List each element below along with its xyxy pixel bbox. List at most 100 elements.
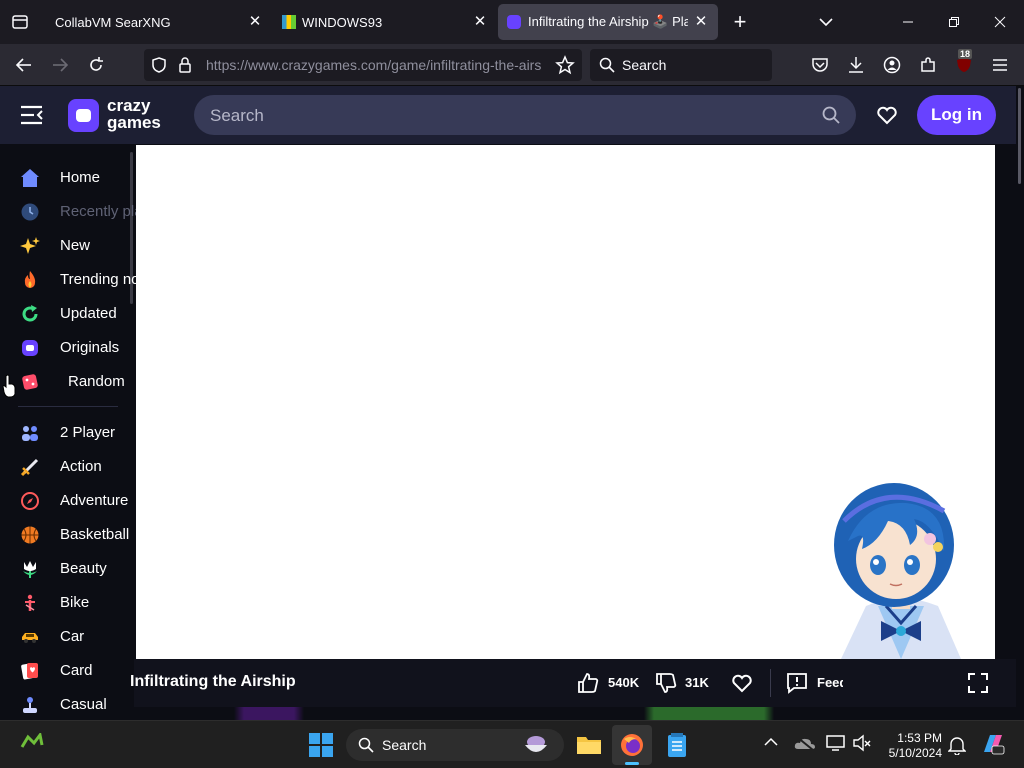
crazygames-logo[interactable]: crazy games [68, 97, 173, 134]
sidebar-item-label: Basketball [60, 526, 130, 543]
taskbar-search-box[interactable]: Search [346, 729, 564, 761]
sidebar-item-trending-now[interactable]: Trending now [0, 264, 150, 296]
volume-muted-icon[interactable] [852, 734, 872, 752]
onedrive-offline-icon[interactable] [794, 735, 816, 751]
tab-infiltrating-the-airship[interactable]: Infiltrating the Airship 🕹️ Play ✕ [498, 4, 718, 40]
tab-close-icon[interactable]: ✕ [692, 13, 710, 31]
search-icon [358, 737, 374, 753]
tab-close-icon[interactable]: ✕ [246, 13, 264, 31]
site-search-input[interactable]: Search [194, 95, 856, 135]
anime-character-image [826, 481, 976, 659]
scrollbar-thumb[interactable] [1018, 88, 1021, 184]
sidebar-item-action[interactable]: Action [0, 451, 134, 483]
tracking-protection-shield-icon[interactable] [150, 56, 168, 74]
sidebar-item-label: Originals [60, 339, 120, 356]
sidebar-item-random[interactable]: Random [0, 366, 134, 398]
sidebar-item-2-player[interactable]: 2 Player [0, 417, 134, 449]
address-bar[interactable]: https://www.crazygames.com/game/infiltra… [144, 49, 582, 81]
sidebar-item-car[interactable]: Car [0, 621, 134, 653]
minimize-window-icon[interactable] [896, 10, 920, 34]
site-header: crazy games Search Log in [0, 86, 1016, 144]
refresh-icon [20, 304, 40, 324]
site-search-placeholder: Search [210, 106, 264, 125]
extension-badge: 18 [958, 49, 973, 59]
compass-icon [20, 491, 40, 511]
search-icon[interactable] [822, 106, 840, 124]
feedback-label[interactable]: Feedback [817, 675, 843, 690]
sidebar-item-label: Updated [60, 305, 117, 322]
system-clock[interactable]: 1:53 PM 5/10/2024 [880, 731, 942, 761]
lock-icon[interactable] [178, 56, 192, 74]
sidebar-item-originals[interactable]: Originals [0, 332, 134, 364]
restore-window-icon[interactable] [942, 10, 966, 34]
tab-overview-icon[interactable] [8, 10, 32, 34]
firefox-taskbar-button[interactable] [612, 725, 652, 765]
page-scrollbar[interactable] [1016, 86, 1024, 720]
browser-tab-bar: CollabVM SearXNG ✕ WINDOWS93 ✕ Infiltrat… [0, 0, 1024, 44]
pocket-icon[interactable] [808, 53, 832, 77]
sidebar-item-beauty[interactable]: Beauty [0, 553, 134, 585]
ublock-extension-icon[interactable]: 18 [952, 49, 976, 77]
tab-close-icon[interactable]: ✕ [471, 13, 489, 31]
bike-icon [20, 593, 40, 613]
close-window-icon[interactable] [988, 10, 1012, 34]
sidebar-item-label: Car [60, 628, 85, 645]
crazygames-logo-icon [68, 99, 99, 132]
list-all-tabs-chevron-icon[interactable] [814, 10, 838, 34]
thumbs-down-icon[interactable] [655, 672, 677, 694]
favorite-heart-icon[interactable] [731, 673, 753, 693]
sidebar-item-adventure[interactable]: Adventure [0, 485, 134, 517]
sidebar-item-label: Casual [60, 696, 107, 713]
game-frame[interactable] [136, 145, 995, 659]
cards-icon [20, 661, 40, 681]
new-tab-plus-icon[interactable]: + [728, 9, 752, 34]
related-games-strip [134, 707, 1016, 720]
fire-icon [20, 270, 40, 290]
nvidia-tray-icon[interactable] [20, 733, 44, 753]
sidebar-item-basketball[interactable]: Basketball [0, 519, 134, 551]
bookmark-star-icon[interactable] [555, 55, 575, 75]
notification-bell-icon[interactable] [948, 735, 966, 755]
forward-arrow-icon[interactable] [48, 53, 72, 77]
sidebar-item-card[interactable]: Card [0, 655, 134, 687]
tab-collabvm-searxng[interactable]: CollabVM SearXNG ✕ [44, 4, 272, 40]
divider [770, 669, 771, 697]
thumbs-up-icon[interactable] [577, 672, 599, 694]
login-button[interactable]: Log in [917, 95, 996, 135]
sidebar-item-bike[interactable]: Bike [0, 587, 134, 619]
game-title: Infiltrating the Airship [130, 673, 296, 690]
windows-start-icon[interactable] [309, 733, 333, 757]
sidebar-item-updated[interactable]: Updated [0, 298, 134, 330]
game-info-bar: Infiltrating the Airship 540K 31K Feedba… [130, 659, 1016, 707]
taskbar-search-placeholder: Search [382, 737, 427, 753]
crazygames-favicon-icon [507, 15, 521, 29]
sidebar-item-label: Card [60, 662, 93, 679]
copilot-icon[interactable] [980, 732, 1006, 756]
downloads-icon[interactable] [844, 53, 868, 77]
feedback-icon[interactable] [786, 672, 808, 694]
notepad-icon[interactable] [666, 732, 688, 758]
network-display-icon[interactable] [826, 734, 846, 752]
sidebar-item-casual[interactable]: Casual [0, 689, 134, 720]
browser-search-field[interactable]: Search [590, 49, 772, 81]
show-hidden-icons-chevron-icon[interactable] [764, 737, 778, 747]
flower-icon [20, 559, 40, 579]
tab-windows93[interactable]: WINDOWS93 ✕ [272, 4, 497, 40]
sidebar-toggle-menu-icon[interactable] [20, 104, 44, 126]
sidebar-item-recently-played[interactable]: Recently played [0, 196, 167, 228]
sidebar-divider [18, 406, 118, 407]
webpage-content: crazy games Search Log in Home Recently … [0, 86, 1016, 720]
fullscreen-icon[interactable] [967, 672, 989, 694]
back-arrow-icon[interactable] [12, 53, 36, 77]
extensions-puzzle-icon[interactable] [916, 53, 940, 77]
likes-count: 540K [608, 675, 640, 690]
file-explorer-icon[interactable] [576, 733, 602, 755]
sidebar-item-home[interactable]: Home [0, 162, 134, 194]
tab-title: Infiltrating the Airship 🕹️ Play [528, 14, 688, 29]
hamburger-menu-icon[interactable] [988, 53, 1012, 77]
account-icon[interactable] [880, 53, 904, 77]
url-text: https://www.crazygames.com/game/infiltra… [206, 57, 542, 73]
reload-icon[interactable] [84, 53, 108, 77]
sidebar-item-new[interactable]: New [0, 230, 134, 262]
favorites-heart-icon[interactable] [876, 105, 898, 125]
